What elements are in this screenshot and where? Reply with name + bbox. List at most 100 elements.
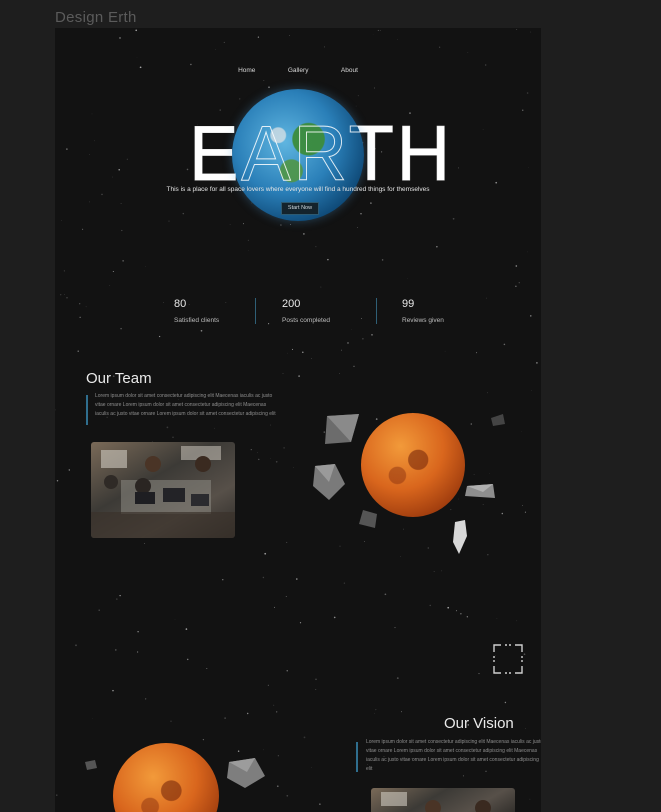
star — [315, 678, 317, 681]
star — [66, 297, 68, 299]
star — [286, 794, 289, 797]
star — [237, 750, 240, 752]
star — [172, 436, 174, 438]
asteroid-rock — [227, 758, 265, 788]
star — [521, 505, 523, 507]
nav-gallery[interactable]: Gallery — [288, 67, 309, 74]
vision-photo — [371, 788, 515, 812]
star — [377, 29, 379, 31]
star — [339, 373, 340, 375]
star — [516, 620, 518, 622]
app-title: Design Erth — [55, 9, 137, 26]
star — [285, 596, 287, 597]
star — [77, 350, 79, 352]
star — [360, 213, 362, 215]
star — [523, 653, 526, 656]
start-now-button[interactable]: Start Now — [281, 202, 319, 215]
star — [530, 31, 532, 33]
asteroid-rock — [491, 414, 505, 426]
star — [137, 630, 139, 633]
star — [119, 37, 121, 39]
stat-divider — [255, 298, 256, 324]
vision-accent-bar — [356, 742, 358, 772]
star — [121, 229, 123, 232]
star — [516, 28, 518, 30]
star — [135, 29, 137, 32]
vision-title: Our Vision — [444, 715, 514, 732]
team-photo-art — [91, 446, 235, 538]
star — [229, 224, 231, 225]
star — [362, 338, 364, 340]
star — [403, 528, 404, 530]
star — [489, 473, 490, 474]
star — [450, 509, 452, 511]
star — [290, 224, 292, 225]
asteroid-rock — [465, 484, 495, 498]
star — [504, 701, 507, 704]
star — [98, 609, 100, 611]
frame-corners-icon[interactable] — [493, 644, 523, 674]
star — [56, 480, 59, 482]
star — [487, 554, 489, 556]
star — [275, 460, 278, 463]
star — [536, 362, 538, 364]
star — [79, 303, 81, 305]
star — [120, 327, 122, 330]
star — [298, 375, 300, 377]
star — [302, 351, 304, 353]
star — [351, 328, 352, 330]
star — [270, 424, 271, 426]
star — [496, 618, 498, 619]
star — [357, 95, 359, 97]
star — [168, 220, 170, 222]
star — [311, 767, 312, 768]
star — [202, 738, 205, 741]
star — [94, 140, 95, 142]
star — [333, 616, 336, 619]
star — [486, 392, 488, 394]
star — [60, 294, 62, 296]
star — [85, 306, 87, 308]
star — [63, 270, 66, 272]
star — [381, 259, 384, 261]
star — [347, 342, 349, 344]
star — [315, 689, 317, 690]
team-text: Lorem ipsum dolor sit amet consectetur a… — [95, 393, 276, 417]
star — [243, 223, 245, 225]
star — [524, 511, 526, 513]
star — [319, 803, 321, 805]
star — [452, 217, 455, 220]
star — [341, 349, 342, 351]
star — [370, 202, 372, 204]
star — [225, 302, 227, 303]
nav-home[interactable]: Home — [238, 67, 255, 74]
star — [75, 644, 77, 647]
vision-photo-art — [381, 792, 491, 812]
star — [112, 689, 114, 692]
star — [118, 169, 120, 171]
nav-about[interactable]: About — [341, 67, 358, 74]
star — [257, 452, 258, 454]
star — [79, 316, 81, 318]
star — [353, 365, 355, 367]
star — [460, 613, 462, 615]
star — [394, 627, 396, 629]
star — [89, 154, 90, 155]
star — [476, 352, 478, 354]
star — [373, 87, 376, 89]
star — [482, 504, 484, 505]
star — [371, 334, 373, 336]
star — [92, 718, 93, 720]
stat-label: Posts completed — [282, 317, 331, 324]
star — [185, 628, 188, 630]
star — [375, 418, 378, 420]
star — [263, 749, 265, 751]
star — [126, 158, 128, 160]
asteroid-rock — [313, 464, 345, 500]
star — [116, 598, 118, 600]
star — [522, 109, 524, 111]
star — [101, 193, 103, 196]
star — [163, 302, 164, 303]
star — [364, 541, 365, 542]
star — [214, 427, 215, 429]
